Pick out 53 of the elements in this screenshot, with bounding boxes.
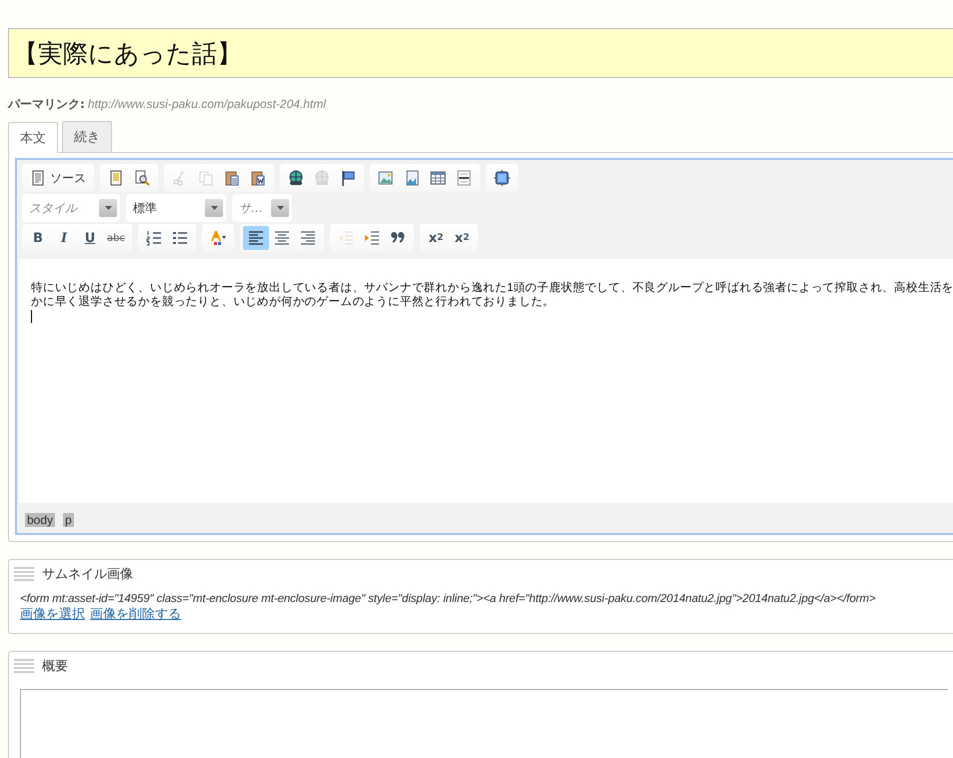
bold-button[interactable]: B xyxy=(25,226,51,250)
clipboard-icon xyxy=(224,170,240,186)
body-text-line: かに早く退学させるかを競ったりと、いじめが何かのゲームのように平然と行われておりました。 xyxy=(31,295,556,309)
dropdown[interactable]: サ… xyxy=(232,194,292,222)
align-right-icon xyxy=(300,230,316,246)
image-icon xyxy=(378,170,394,186)
globe-link-icon xyxy=(288,170,304,186)
numbered-list-icon xyxy=(146,230,162,246)
copy-icon xyxy=(198,170,214,186)
element-path-item[interactable]: body xyxy=(25,513,56,527)
indent-icon xyxy=(364,230,380,246)
superscript-button[interactable]: x$^{2}$ xyxy=(449,226,475,250)
maximize-icon xyxy=(494,170,510,186)
permalink-label: パーマリンク: xyxy=(8,97,85,111)
outdent-icon xyxy=(338,230,354,246)
text-cursor xyxy=(31,310,32,323)
text-color-icon xyxy=(210,230,226,246)
document-icon xyxy=(108,170,124,186)
strikethrough-button[interactable]: abc xyxy=(103,226,129,250)
caret-icon xyxy=(205,199,223,217)
dropdown[interactable]: 標準 xyxy=(126,194,226,222)
panel-title: 概要 xyxy=(42,658,68,675)
align-center-icon xyxy=(274,230,290,246)
image-link[interactable]: 画像を選択 xyxy=(20,605,85,623)
italic-button[interactable]: I xyxy=(51,226,77,250)
caret-icon xyxy=(99,199,117,217)
image-link[interactable]: 画像を削除する xyxy=(90,605,181,623)
tab[interactable]: 本文 xyxy=(8,122,58,153)
element-path-item[interactable]: p xyxy=(63,513,74,527)
body-text-line: 特にいじめはひどく、いじめられオーラを放出している者は、サバンナで群れから逸れた1頭の子鹿状態でして、不良グループと呼ばれる強者によって搾取され、高校生活を xyxy=(31,281,953,295)
clipboard-icon xyxy=(250,170,266,186)
title-field[interactable]: 【実際にあった話】 xyxy=(8,28,953,78)
panel-title: サムネイル画像 xyxy=(42,566,133,583)
permalink-url: http://www.susi-paku.com/pakupost-204.html xyxy=(88,97,326,111)
tab[interactable]: 続き xyxy=(62,121,112,152)
flag-icon xyxy=(340,170,356,186)
table-icon xyxy=(430,170,446,186)
document-icon xyxy=(30,170,46,186)
align-left-button[interactable] xyxy=(243,226,269,250)
editor-content[interactable]: 特にいじめはひどく、いじめられオーラを放出している者は、サバンナで群れから逸れた1頭の子鹿状態でして、不良グループと呼ばれる強者によって搾取され、高校生活を かに早く退学させるかを競ったりと、いじめが何かのゲームのように平然と行われておりました。 xyxy=(19,259,953,503)
bullet-list-icon xyxy=(172,230,188,246)
align-left-icon xyxy=(248,230,264,246)
image-document-icon xyxy=(404,170,420,186)
drag-handle-icon[interactable] xyxy=(14,659,34,673)
embed-code-text: <form mt:asset-id="14959" class="mt-enclosure mt-enclosure-image" style="display: inline;"><a href="http://www.susi-paku.com/2014natu2.jpg">2014natu2.jpg</a></form> xyxy=(20,593,877,605)
dropdown[interactable]: スタイル xyxy=(22,194,120,222)
summary-field[interactable] xyxy=(20,689,948,758)
drag-handle-icon[interactable] xyxy=(14,567,34,581)
globe-icon xyxy=(314,170,330,186)
magnifier-document-icon xyxy=(134,170,150,186)
caret-icon xyxy=(271,199,289,217)
source-button[interactable]: ソース xyxy=(25,166,91,190)
underline-button[interactable]: U xyxy=(77,226,103,250)
